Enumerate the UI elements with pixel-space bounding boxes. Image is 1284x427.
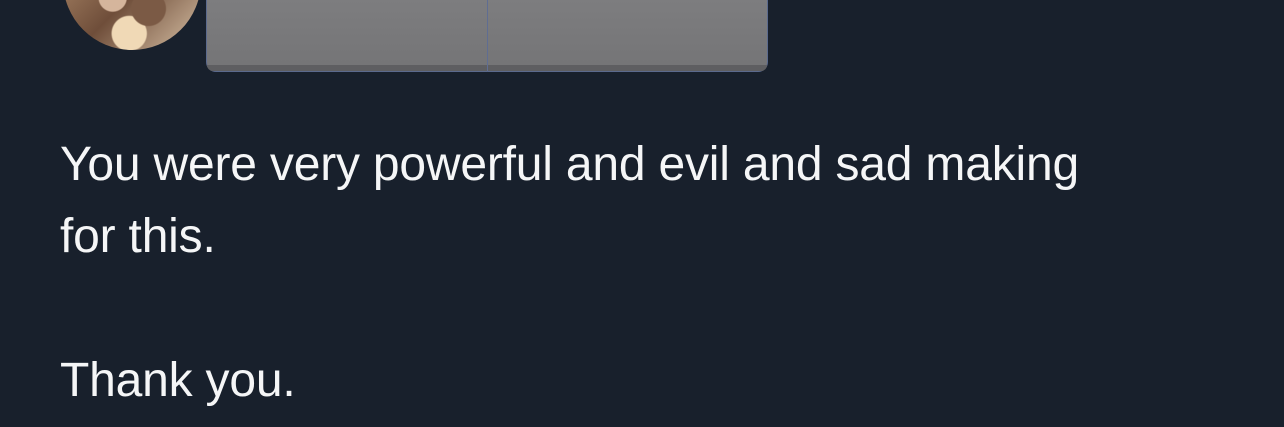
tweet-spacer (60, 273, 1250, 345)
tweet-line-3: Thank you. (60, 354, 296, 407)
media-gallery[interactable] (206, 0, 768, 72)
media-image-2[interactable] (487, 0, 768, 72)
media-image-1[interactable] (206, 0, 488, 72)
tweet-line-2: for this. (60, 210, 216, 263)
tweet-text: You were very powerful and evil and sad … (60, 129, 1250, 417)
avatar[interactable] (63, 0, 201, 50)
tweet-line-1: You were very powerful and evil and sad … (60, 138, 1079, 191)
